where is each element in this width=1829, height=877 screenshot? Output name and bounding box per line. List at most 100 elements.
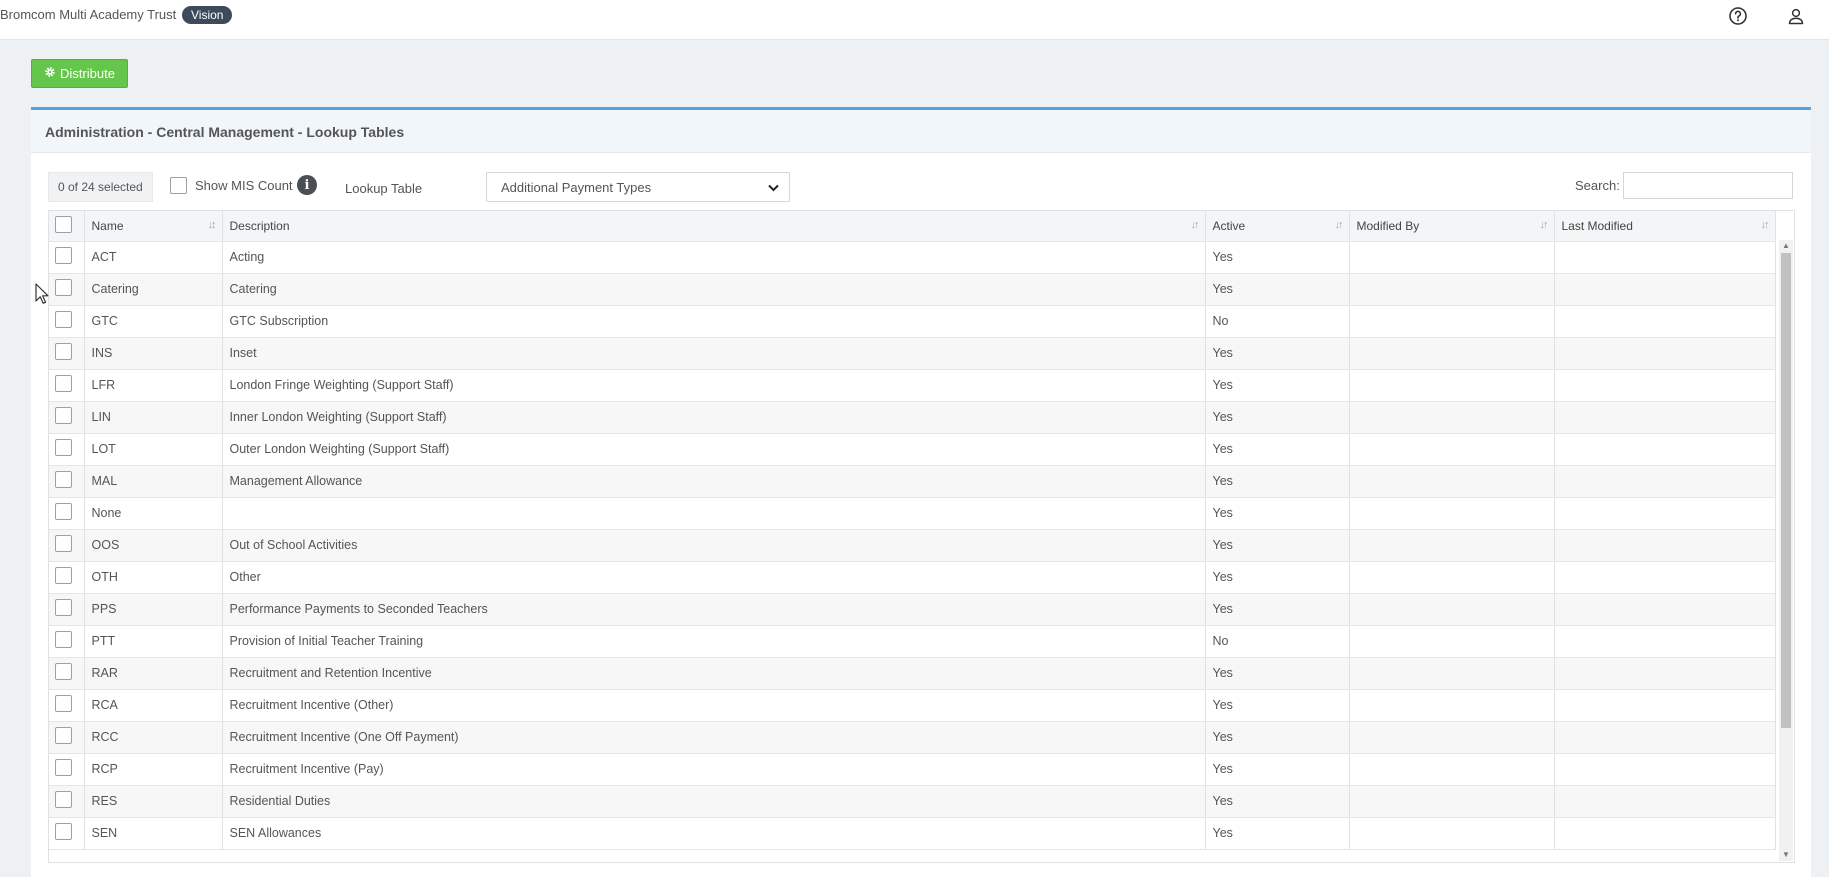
help-circle-icon[interactable] [1727,5,1749,27]
column-header-description[interactable]: Description ↓↑ [222,211,1206,242]
row-checkbox[interactable] [55,247,72,264]
row-checkbox[interactable] [55,279,72,296]
row-checkbox[interactable] [55,343,72,360]
table-row[interactable]: RES Residential Duties Yes [49,785,1776,818]
description-cell: Recruitment Incentive (Other) [222,689,1206,722]
active-cell: No [1205,305,1350,338]
row-checkbox[interactable] [55,407,72,424]
user-icon[interactable] [1785,5,1807,27]
row-checkbox[interactable] [55,503,72,520]
table-row[interactable]: LFR London Fringe Weighting (Support Staf… [49,369,1776,402]
row-checkbox[interactable] [55,631,72,648]
name-cell: RCA [84,689,223,722]
table-row[interactable]: LOT Outer London Weighting (Support Staff… [49,433,1776,466]
modified-by-cell [1349,753,1555,786]
table-row[interactable]: PPS Performance Payments to Seconded Teac… [49,593,1776,626]
row-checkbox[interactable] [55,791,72,808]
table-row[interactable]: OOS Out of School Activities Yes [49,529,1776,562]
show-mis-count-checkbox[interactable] [170,177,187,194]
row-checkbox[interactable] [55,375,72,392]
table-row[interactable]: OTH Other Yes [49,561,1776,594]
scrollbar-thumb[interactable] [1781,253,1791,728]
row-checkbox[interactable] [55,471,72,488]
info-icon[interactable]: i [297,175,317,195]
table-scrollbar[interactable]: ▲ ▼ [1779,240,1793,861]
table-row[interactable]: GTC GTC Subscription No [49,305,1776,338]
row-checkbox[interactable] [55,311,72,328]
scroll-down-arrow-icon[interactable]: ▼ [1781,850,1791,860]
name-cell: PTT [84,625,223,658]
name-cell: RES [84,785,223,818]
description-cell: SEN Allowances [222,817,1206,850]
name-cell: RCP [84,753,223,786]
modified-by-cell [1349,689,1555,722]
table-row[interactable]: PTT Provision of Initial Teacher Training… [49,625,1776,658]
column-header-active[interactable]: Active ↓↑ [1205,211,1350,242]
row-select-cell [49,529,85,562]
lookup-table-label: Lookup Table [345,181,423,196]
modified-by-cell [1349,433,1555,466]
row-select-cell [49,497,85,530]
table-row[interactable]: INS Inset Yes [49,337,1776,370]
table-row[interactable]: LIN Inner London Weighting (Support Staff… [49,401,1776,434]
modified-by-cell [1349,337,1555,370]
last-modified-cell [1554,241,1776,274]
column-header-name[interactable]: Name ↓↕ [84,211,223,242]
table-row[interactable]: RAR Recruitment and Retention Incentive Ye… [49,657,1776,690]
scroll-up-arrow-icon[interactable]: ▲ [1781,241,1791,251]
active-cell: Yes [1205,593,1350,626]
table-row[interactable]: RCP Recruitment Incentive (Pay) Yes [49,753,1776,786]
lookup-table-select[interactable]: Additional Payment Types [486,172,790,202]
modified-by-cell [1349,657,1555,690]
row-select-cell [49,721,85,754]
description-cell: GTC Subscription [222,305,1206,338]
active-cell: Yes [1205,241,1350,274]
modified-by-cell [1349,721,1555,754]
row-checkbox[interactable] [55,535,72,552]
table-row[interactable]: None Yes [49,497,1776,530]
lookup-table-value: Additional Payment Types [501,179,652,195]
mouse-pointer-icon [35,283,49,304]
gear-icon [44,66,56,81]
row-select-cell [49,337,85,370]
row-checkbox[interactable] [55,695,72,712]
row-checkbox[interactable] [55,567,72,584]
lookup-tables-panel: Administration - Central Management - Lo… [31,107,1811,877]
name-cell: OOS [84,529,223,562]
column-header-modified-by[interactable]: Modified By ↓↑ [1349,211,1555,242]
row-checkbox[interactable] [55,439,72,456]
name-cell: RCC [84,721,223,754]
last-modified-cell [1554,817,1776,850]
table-row[interactable]: MAL Management Allowance Yes [49,465,1776,498]
last-modified-cell [1554,689,1776,722]
modified-by-cell [1349,785,1555,818]
row-checkbox[interactable] [55,727,72,744]
row-checkbox[interactable] [55,759,72,776]
panel-title: Administration - Central Management - Lo… [31,110,1811,153]
description-cell: Out of School Activities [222,529,1206,562]
table-row[interactable]: SEN SEN Allowances Yes [49,817,1776,850]
vision-badge: Vision [182,6,233,24]
name-cell: None [84,497,223,530]
active-cell: Yes [1205,433,1350,466]
search-label: Search: [1575,178,1620,193]
lookup-table-grid: Name ↓↕ Description ↓↑ Active ↓↑ Modified B… [48,210,1795,863]
distribute-button[interactable]: Distribute [31,59,128,88]
show-mis-count-toggle[interactable]: Show MIS Count [170,177,293,194]
search-input[interactable] [1623,172,1793,199]
row-select-cell [49,305,85,338]
last-modified-cell [1554,369,1776,402]
row-select-cell [49,817,85,850]
row-checkbox[interactable] [55,823,72,840]
table-row[interactable]: Catering Catering Yes [49,273,1776,306]
row-checkbox[interactable] [55,599,72,616]
table-row[interactable]: RCC Recruitment Incentive (One Off Paymen… [49,721,1776,754]
table-row[interactable]: ACT Acting Yes [49,241,1776,274]
row-checkbox[interactable] [55,663,72,680]
select-all-checkbox[interactable] [55,215,72,233]
last-modified-cell [1554,657,1776,690]
last-modified-cell [1554,625,1776,658]
table-row[interactable]: RCA Recruitment Incentive (Other) Yes [49,689,1776,722]
row-select-cell [49,465,85,498]
column-header-last-modified[interactable]: Last Modified ↓↑ [1554,211,1776,242]
